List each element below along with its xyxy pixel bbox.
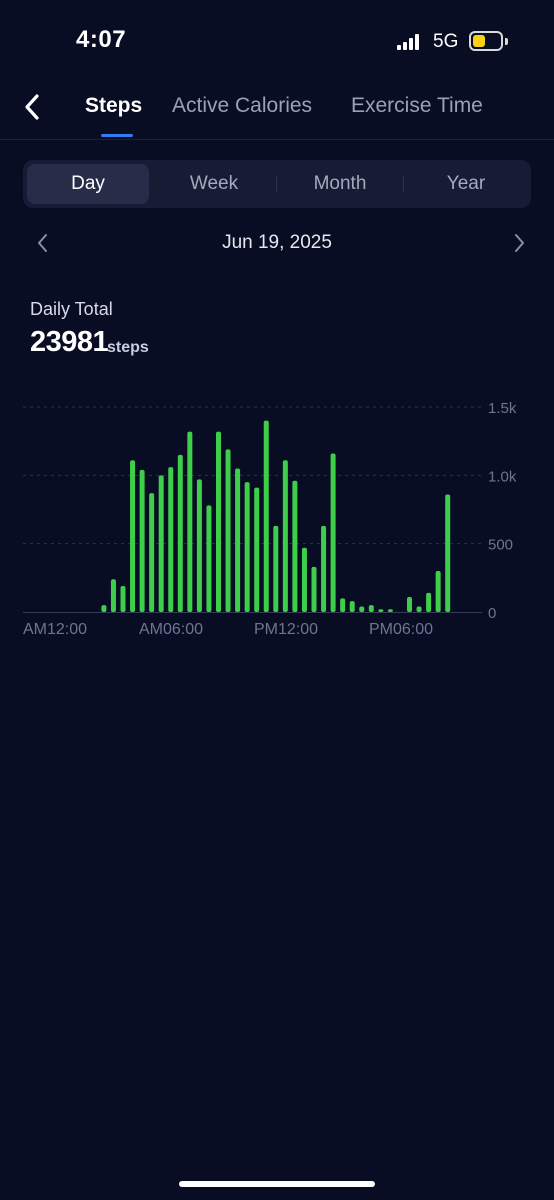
back-button[interactable] — [18, 92, 48, 122]
y-tick-label: 1.0k — [488, 468, 517, 485]
bar — [292, 480, 298, 612]
tab-active-calories[interactable]: Active Calories — [172, 94, 312, 118]
daily-total-value: 23981 — [30, 326, 109, 358]
bar — [378, 609, 384, 612]
range-year[interactable]: Year — [405, 164, 527, 204]
previous-day-button[interactable] — [34, 232, 52, 254]
y-tick-label: 1.5k — [488, 400, 517, 417]
x-tick-label: PM12:00 — [254, 621, 318, 638]
segment-divider — [403, 176, 404, 192]
home-indicator[interactable] — [179, 1181, 375, 1187]
bar — [416, 606, 422, 612]
bar — [149, 493, 155, 612]
bar — [101, 605, 107, 612]
bar — [168, 467, 174, 612]
bar — [387, 609, 393, 612]
bar — [158, 475, 164, 612]
y-tick-label: 500 — [488, 537, 513, 554]
header-divider — [0, 139, 554, 140]
bar — [273, 525, 279, 612]
chevron-left-icon — [38, 234, 47, 252]
bar — [340, 598, 346, 612]
bar — [445, 494, 451, 612]
bar — [244, 482, 250, 612]
bar — [206, 505, 212, 612]
network-type: 5G — [433, 31, 459, 52]
bar — [426, 592, 432, 612]
range-selector: Day Week Month Year — [23, 160, 531, 208]
battery-level — [473, 35, 485, 47]
date-label: Jun 19, 2025 — [222, 232, 332, 253]
bar — [130, 460, 136, 612]
tab-exercise-time[interactable]: Exercise Time — [351, 94, 483, 118]
active-tab-indicator — [101, 134, 133, 137]
bar — [359, 606, 365, 612]
tab-steps[interactable]: Steps — [85, 94, 142, 118]
bar — [330, 453, 336, 612]
next-day-button[interactable] — [510, 232, 528, 254]
x-tick-label: PM06:00 — [369, 621, 433, 638]
chevron-left-icon — [25, 94, 39, 120]
bar — [321, 525, 327, 612]
daily-total-label: Daily Total — [30, 299, 113, 319]
bar — [254, 487, 260, 612]
bar — [435, 571, 441, 612]
range-month[interactable]: Month — [279, 164, 401, 204]
status-time: 4:07 — [76, 26, 127, 53]
bar — [311, 566, 317, 612]
battery-icon — [469, 31, 503, 51]
chevron-right-icon — [515, 234, 524, 252]
range-week[interactable]: Week — [153, 164, 275, 204]
x-tick-label: AM06:00 — [139, 621, 203, 638]
bar — [120, 586, 126, 612]
steps-bar-chart: 1.5k 1.0k 500 0 AM12:00 AM06:00 PM12:00 PM06:00 — [23, 400, 517, 638]
y-tick-label: 0 — [488, 605, 496, 622]
bar — [349, 601, 355, 612]
bar — [368, 605, 374, 612]
segment-divider — [276, 176, 277, 192]
bar — [282, 460, 288, 612]
x-tick-label: AM12:00 — [23, 621, 87, 638]
bar — [196, 479, 202, 612]
daily-total-unit: steps — [107, 339, 149, 356]
bar — [177, 454, 183, 612]
bar — [407, 596, 412, 612]
bar — [139, 469, 145, 612]
signal-bars-icon — [397, 34, 423, 50]
battery-cap — [505, 38, 508, 45]
bar — [301, 547, 307, 612]
bar — [216, 431, 221, 612]
range-day[interactable]: Day — [27, 164, 149, 204]
bar — [235, 468, 241, 612]
status-bar: 4:07 5G — [0, 0, 554, 80]
bar — [225, 449, 231, 612]
bar — [110, 579, 116, 612]
bar — [263, 420, 269, 612]
bar — [187, 431, 193, 612]
